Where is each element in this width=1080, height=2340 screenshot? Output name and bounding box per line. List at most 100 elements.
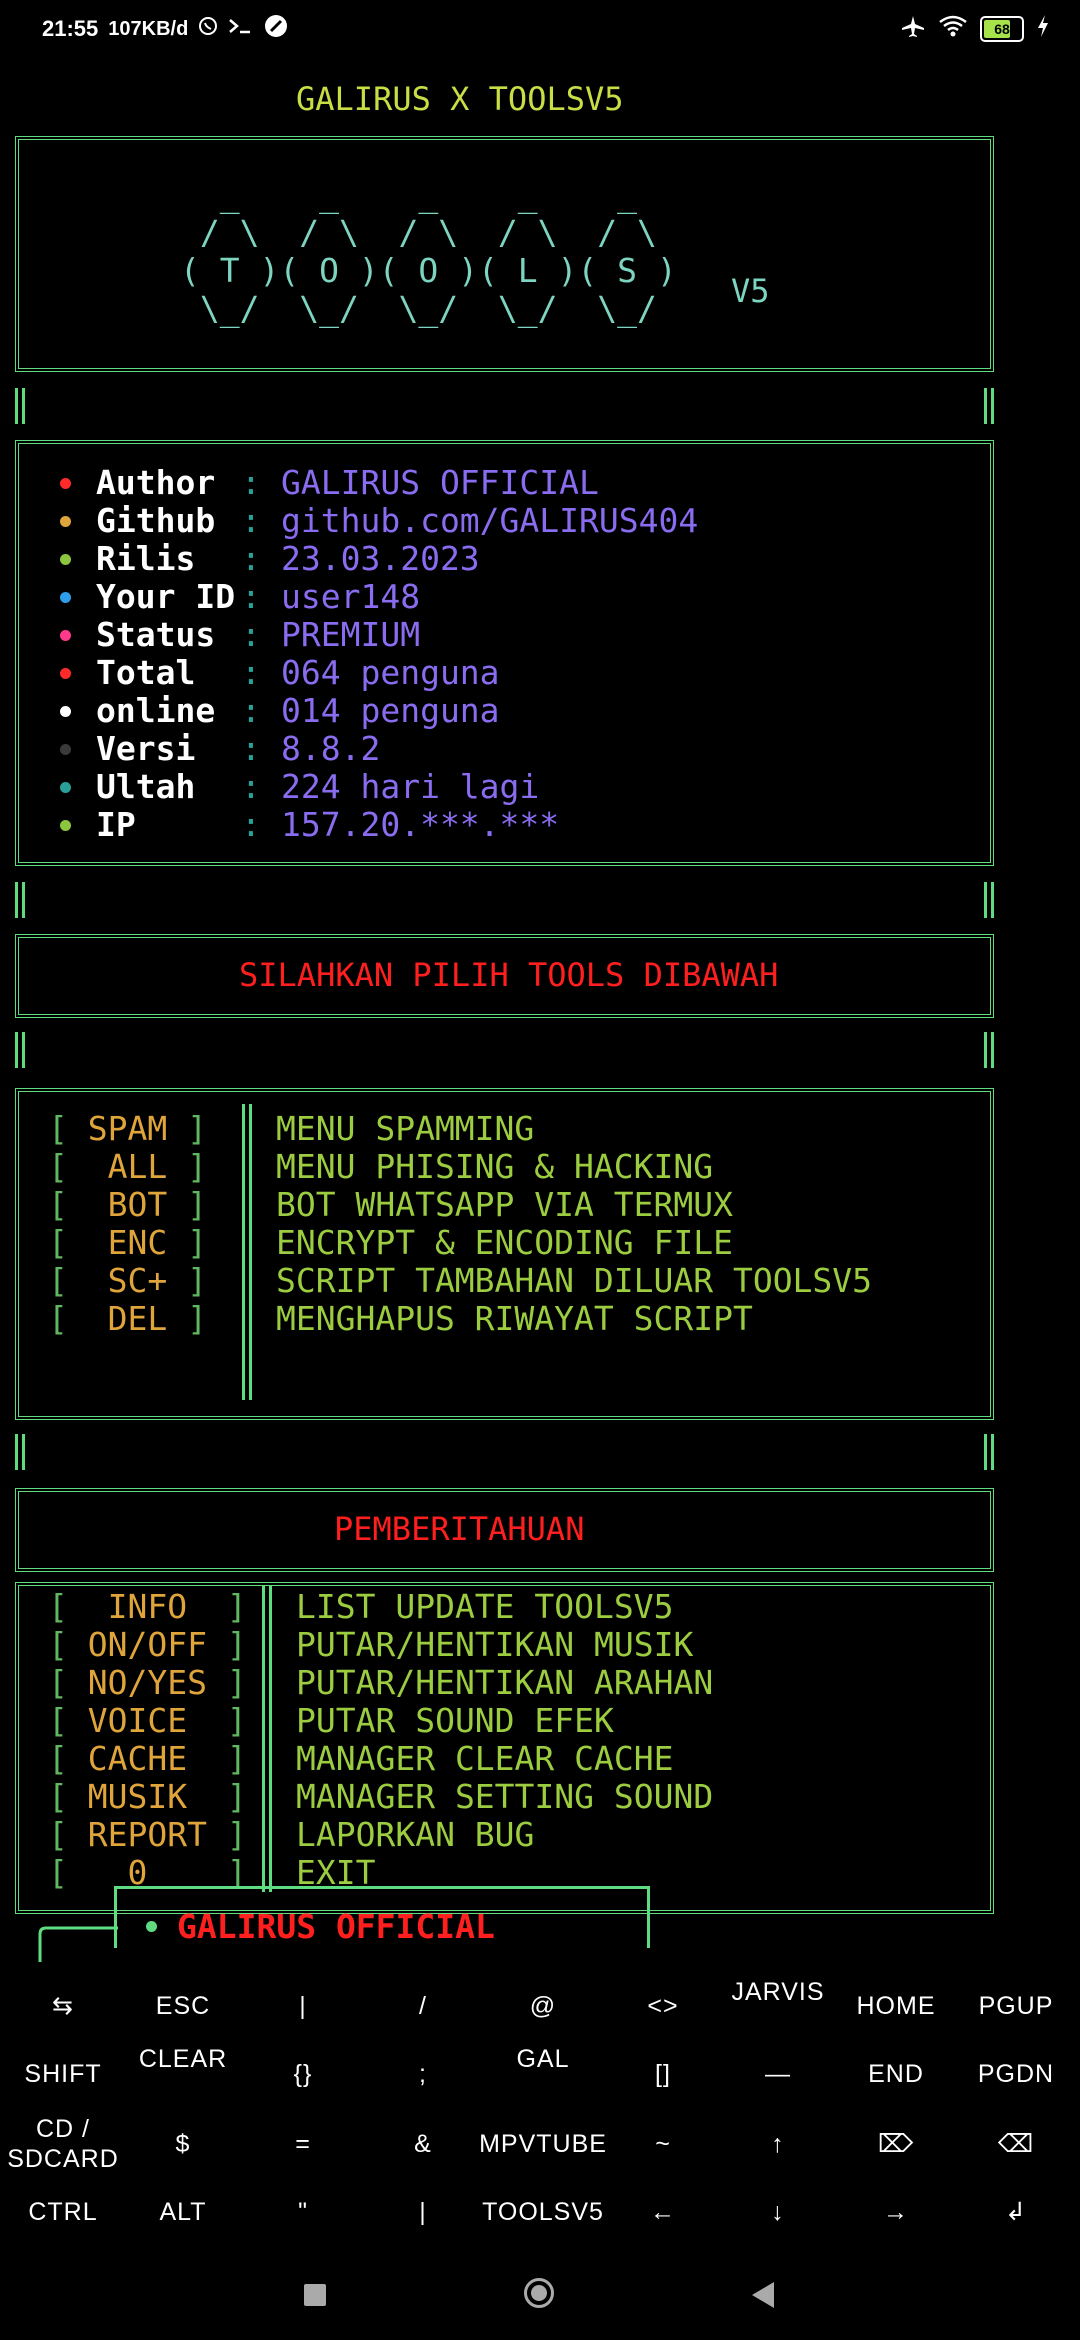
notice-item-onoff: [ ON/OFF ] bbox=[48, 1625, 247, 1664]
info-value: GALIRUS OFFICIAL bbox=[281, 463, 599, 502]
key-gal[interactable]: GAL bbox=[483, 2028, 603, 2090]
battery-icon: 68 bbox=[980, 16, 1024, 42]
info-colon: : bbox=[241, 805, 261, 844]
battery-level: 68 bbox=[994, 21, 1010, 37]
ascii-line: _ _ _ _ _ bbox=[180, 175, 677, 214]
menu-desc: MENU SPAMMING bbox=[276, 1109, 535, 1148]
info-row-author: Author : GALIRUS OFFICIAL bbox=[60, 464, 599, 502]
info-label: Versi bbox=[96, 729, 196, 768]
notice-item-musik: [ MUSIK ] bbox=[48, 1777, 247, 1816]
info-value: 23.03.2023 bbox=[281, 539, 480, 578]
info-colon: : bbox=[241, 653, 261, 692]
info-colon: : bbox=[241, 767, 261, 806]
whatsapp-icon bbox=[198, 16, 218, 42]
notice-desc: PUTAR SOUND EFEK bbox=[296, 1701, 614, 1740]
key-equals[interactable]: = bbox=[243, 2110, 363, 2178]
info-label: Github bbox=[96, 501, 216, 540]
connector-left bbox=[15, 1434, 25, 1470]
notice-item-report: [ REPORT ] bbox=[48, 1815, 247, 1854]
info-value: github.com/GALIRUS404 bbox=[281, 501, 699, 540]
terminal-output[interactable]: GALIRUS X TOOLSV5 _ _ _ _ _ / \ / \ / \ … bbox=[0, 60, 1080, 1962]
arrow-right-icon[interactable]: → bbox=[836, 2178, 956, 2246]
ascii-line: / \ / \ / \ / \ / \ bbox=[180, 213, 677, 252]
ascii-line: ( T )( O )( O )( L )( S ) bbox=[180, 251, 677, 290]
info-value: PREMIUM bbox=[281, 615, 421, 654]
tools-title: GALIRUS X TOOLSV5 bbox=[296, 80, 624, 118]
back-icon[interactable] bbox=[752, 2282, 774, 2308]
info-label: Ultah bbox=[96, 767, 196, 806]
compass-icon bbox=[264, 14, 288, 44]
key-home[interactable]: HOME bbox=[836, 1975, 956, 2037]
home-icon[interactable] bbox=[524, 2278, 554, 2308]
status-right: 68 bbox=[900, 14, 1050, 44]
airplane-icon bbox=[900, 14, 926, 44]
key-alt[interactable]: ALT bbox=[123, 2178, 243, 2246]
delete-forward-icon[interactable]: ⌦ bbox=[836, 2110, 956, 2178]
arrow-up-icon[interactable]: ↑ bbox=[718, 2110, 838, 2178]
choose-banner: SILAHKAN PILIH TOOLS DIBAWAH bbox=[239, 956, 779, 994]
status-left: 21:55 107KB/d bbox=[42, 14, 288, 44]
key-tilde[interactable]: ~ bbox=[603, 2110, 723, 2178]
notice-item-info: [ INFO ] bbox=[48, 1587, 247, 1626]
key-brackets[interactable]: [] bbox=[603, 2043, 723, 2105]
menu-item-del: [ DEL ] bbox=[48, 1299, 207, 1338]
bullet-icon bbox=[60, 477, 71, 489]
terminal-icon bbox=[228, 16, 254, 42]
bullet-icon bbox=[60, 705, 71, 717]
info-colon: : bbox=[241, 577, 261, 616]
key-slash[interactable]: / bbox=[363, 1975, 483, 2037]
bullet-icon bbox=[60, 781, 71, 793]
key-mpvtube[interactable]: MPVTUBE bbox=[479, 2110, 606, 2178]
connector-left bbox=[15, 1032, 25, 1068]
prompt-bullet-icon bbox=[146, 1921, 157, 1932]
arrow-down-icon[interactable]: ↓ bbox=[718, 2178, 838, 2246]
menu-item-all: [ ALL ] bbox=[48, 1147, 207, 1186]
key-ctrl[interactable]: CTRL bbox=[3, 2178, 123, 2246]
info-label: Status bbox=[96, 615, 216, 654]
key-clear[interactable]: CLEAR bbox=[123, 2028, 243, 2090]
ascii-line: \_/ \_/ \_/ \_/ \_/ bbox=[180, 289, 677, 328]
enter-icon[interactable]: ↲ bbox=[956, 2178, 1076, 2246]
key-toolsv5[interactable]: TOOLSV5 bbox=[482, 2178, 603, 2246]
navigation-bar bbox=[0, 2260, 1080, 2340]
info-colon: : bbox=[241, 463, 261, 502]
key-dash[interactable]: — bbox=[718, 2043, 838, 2105]
key-pipe-2[interactable]: | bbox=[363, 2178, 483, 2246]
key-tab[interactable]: ⇆ bbox=[3, 1975, 123, 2037]
key-angle[interactable]: <> bbox=[603, 1975, 723, 2037]
prompt-line: GALIRUS OFFICIAL bbox=[146, 1907, 495, 1946]
info-colon: : bbox=[241, 501, 261, 540]
wifi-icon bbox=[938, 14, 968, 44]
key-pgup[interactable]: PGUP bbox=[956, 1975, 1076, 2037]
key-end[interactable]: END bbox=[836, 2043, 956, 2105]
info-colon: : bbox=[241, 691, 261, 730]
bullet-icon bbox=[60, 515, 71, 527]
key-braces[interactable]: {} bbox=[243, 2043, 363, 2105]
info-label: IP bbox=[96, 805, 136, 844]
bullet-icon bbox=[60, 667, 71, 679]
bullet-icon bbox=[60, 553, 71, 565]
menu-item-spam: [ SPAM ] bbox=[48, 1109, 207, 1148]
key-jarvis[interactable]: JARVIS bbox=[718, 1961, 838, 2023]
info-row-github: Github : github.com/GALIRUS404 bbox=[60, 502, 698, 540]
info-value: 157.20.***.*** bbox=[281, 805, 560, 844]
key-cd-sdcard[interactable]: CD / SDCARD bbox=[3, 2110, 123, 2178]
status-time: 21:55 bbox=[42, 16, 99, 41]
notice-desc: PUTAR/HENTIKAN MUSIK bbox=[296, 1625, 694, 1664]
key-quote[interactable]: " bbox=[243, 2178, 363, 2246]
info-value: 064 penguna bbox=[281, 653, 500, 692]
recents-icon[interactable] bbox=[304, 2284, 326, 2306]
network-speed: 107KB/d bbox=[108, 17, 189, 40]
key-pipe[interactable]: | bbox=[243, 1975, 363, 2037]
notice-desc: MANAGER CLEAR CACHE bbox=[296, 1739, 674, 1778]
key-ampersand[interactable]: & bbox=[363, 2110, 483, 2178]
key-shift[interactable]: SHIFT bbox=[3, 2043, 123, 2105]
info-row-rilis: Rilis : 23.03.2023 bbox=[60, 540, 480, 578]
backspace-icon[interactable]: ⌫ bbox=[956, 2110, 1076, 2178]
info-row-ultah: Ultah : 224 hari lagi bbox=[60, 768, 539, 806]
key-dollar[interactable]: $ bbox=[123, 2110, 243, 2178]
arrow-left-icon[interactable]: ← bbox=[603, 2178, 723, 2246]
menu-divider bbox=[242, 1104, 252, 1400]
key-semicolon[interactable]: ; bbox=[363, 2043, 483, 2105]
key-pgdn[interactable]: PGDN bbox=[956, 2043, 1076, 2105]
